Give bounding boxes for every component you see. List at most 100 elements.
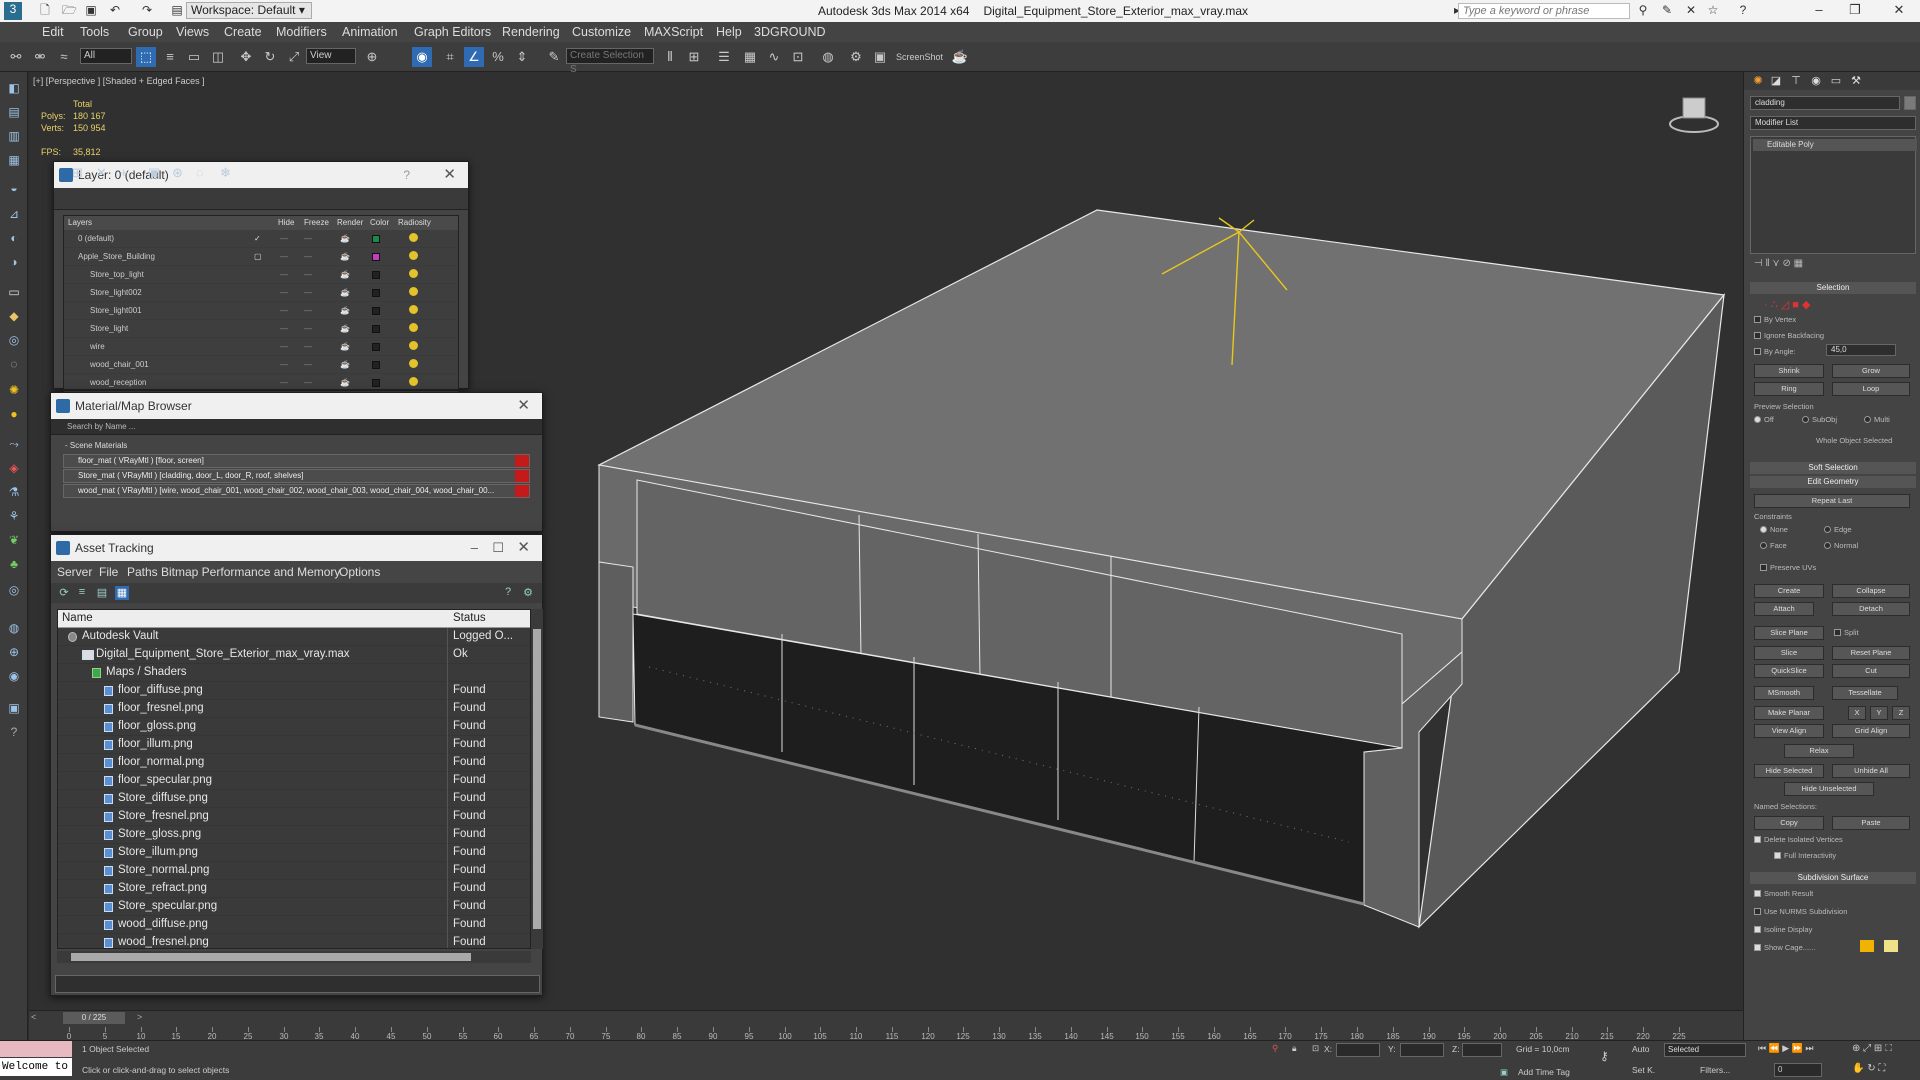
radiosity-icon[interactable] [409,251,418,260]
asset-options-icon[interactable]: ⚙ [521,586,535,600]
save-icon[interactable]: ▣ [84,3,98,17]
freeze-toggle[interactable]: — [304,234,312,243]
layer-panel-titlebar[interactable]: Layer: 0 (default) ? ✕ [54,162,468,188]
absolute-mode-icon[interactable]: ⊡ [1312,1043,1319,1054]
menu-customize[interactable]: Customize [572,25,631,39]
strip-tool-icon[interactable]: ⚗ [5,484,23,500]
hide-toggle[interactable]: — [280,234,288,243]
material-close-button[interactable]: ✕ [517,393,530,419]
freeze-toggle[interactable]: — [304,378,312,387]
asset-row[interactable]: floor_fresnel.png Found [58,700,530,718]
new-layer-icon[interactable]: ⊞ [72,165,83,181]
strip-tool-icon[interactable]: ◆ [5,308,23,324]
strip-tool-icon[interactable]: ◎ [5,332,23,348]
show-cage-checkbox[interactable] [1754,944,1761,951]
set-key-button[interactable]: Set K. [1632,1065,1655,1075]
open-file-icon[interactable]: 🗁 [62,3,77,17]
col-radiosity[interactable]: Radiosity [398,218,431,227]
strip-tool-icon[interactable]: ⤳ [5,436,23,452]
smooth-result-checkbox[interactable] [1754,890,1761,897]
layer-color-swatch[interactable] [372,271,380,279]
render-teapot-icon[interactable]: ☕ [340,288,350,297]
full-interactivity-checkbox[interactable] [1774,852,1781,859]
highlight-layer-icon[interactable]: ⊛ [172,165,183,181]
msmooth-button[interactable]: MSmooth [1754,686,1814,700]
by-vertex-checkbox[interactable] [1754,316,1761,323]
utilities-tab-icon[interactable]: ⚒ [1848,74,1864,88]
strip-tool-icon[interactable]: ◑ [5,254,23,270]
isolate-icon[interactable]: ⚲ [1272,1043,1278,1054]
menu-views[interactable]: Views [176,25,209,39]
key-filters-button[interactable]: Filters... [1700,1065,1730,1075]
graphite-ribbon-icon[interactable]: ▦ [740,47,760,67]
favorites-star-icon[interactable]: ☆ [1706,3,1720,17]
strip-tool-icon[interactable]: ◍ [5,620,23,636]
material-search-input[interactable]: Search by Name ... [51,419,542,435]
project-folder-icon[interactable]: ▤ [170,3,184,17]
help-search-input[interactable]: Type a keyword or phrase [1458,3,1630,19]
render-teapot-icon[interactable]: ☕ [340,306,350,315]
select-by-name-icon[interactable]: ≡ [160,47,180,67]
key-icon[interactable]: ⚷ [1600,1049,1609,1063]
create-tab-icon[interactable]: ✺ [1750,74,1766,88]
make-planar-button[interactable]: Make Planar [1754,706,1824,720]
stack-item-editable-poly[interactable]: Editable Poly [1753,139,1917,151]
hide-toggle[interactable]: — [280,270,288,279]
render-teapot-icon[interactable]: ☕ [340,342,350,351]
freeze-toggle[interactable]: — [304,324,312,333]
relax-button[interactable]: Relax [1784,744,1854,758]
help-circle-icon[interactable]: ? [5,724,23,740]
menu-animation[interactable]: Animation [342,25,398,39]
material-item[interactable]: wood_mat ( VRayMtl ) [wire, wood_chair_0… [63,484,530,498]
time-tag-icon[interactable]: ▣ [1500,1067,1508,1078]
object-name-field[interactable]: cladding [1750,96,1900,110]
layer-row[interactable]: 0 (default) ✓ — — ☕ [64,230,458,248]
modify-tab-icon[interactable]: ◪ [1768,74,1784,88]
layer-color-swatch[interactable] [372,235,380,243]
strip-tool-icon[interactable]: ♣ [5,556,23,572]
select-in-layer-icon[interactable]: ▣ [148,165,160,181]
render-teapot-icon[interactable]: ☕ [340,378,350,387]
bind-spacewarp-icon[interactable]: ≈ [54,47,74,67]
render-teapot-icon[interactable]: ☕ [340,270,350,279]
key-filter-dropdown[interactable]: Selected [1664,1043,1746,1057]
menu-modifiers[interactable]: Modifiers [276,25,327,39]
menu-rendering[interactable]: Rendering [502,25,560,39]
soft-selection-rollout[interactable]: Soft Selection [1750,462,1916,474]
strip-tool-icon[interactable]: ▤ [5,104,23,120]
collapse-button[interactable]: Collapse [1832,584,1910,598]
align-icon[interactable]: ⊞ [684,47,704,67]
asset-path-field[interactable] [55,975,540,993]
render-teapot-icon[interactable]: ☕ [340,324,350,333]
layer-row[interactable]: Apple_Store_Building ▢ — — ☕ [64,248,458,266]
col-status[interactable]: Status [453,612,486,624]
unlink-icon[interactable]: ⚮ [30,47,50,67]
render-setup-icon[interactable]: ⚙ [846,47,866,67]
paste-button[interactable]: Paste [1832,816,1910,830]
layer-row[interactable]: Store_light002 — — ☕ [64,284,458,302]
binoculars-icon[interactable]: ⚲ [1636,3,1650,17]
strip-tool-icon[interactable]: ▦ [5,152,23,168]
planar-z-button[interactable]: Z [1892,706,1910,720]
delete-isolated-checkbox[interactable] [1754,836,1761,843]
freeze-all-icon[interactable]: ❄ [220,165,231,181]
workspace-dropdown[interactable]: Workspace: Default ▾ [186,2,312,19]
col-freeze[interactable]: Freeze [304,218,329,227]
strip-tool-icon[interactable]: ✺ [5,382,23,398]
col-color[interactable]: Color [370,218,389,227]
asset-row[interactable]: Digital_Equipment_Store_Exterior_max_vra… [58,646,530,664]
radiosity-icon[interactable] [409,377,418,386]
layer-color-swatch[interactable] [372,253,380,261]
edit-named-sel-icon[interactable]: ✎ [544,47,564,67]
new-file-icon[interactable]: 🗋 [38,3,52,17]
asset-row[interactable]: floor_normal.png Found [58,754,530,772]
move-icon[interactable]: ✥ [236,47,256,67]
scene-materials-group[interactable]: - Scene Materials [51,439,542,453]
freeze-toggle[interactable]: — [304,252,312,261]
minimize-button[interactable]: – [1804,2,1834,20]
lock-selection-icon[interactable]: 🔒︎ [1292,1043,1297,1054]
strip-tool-icon[interactable]: ⊕ [5,644,23,660]
menu-3dground[interactable]: 3DGROUND [754,25,826,39]
layer-row[interactable]: Store_light — — ☕ [64,320,458,338]
reset-plane-button[interactable]: Reset Plane [1832,646,1910,660]
